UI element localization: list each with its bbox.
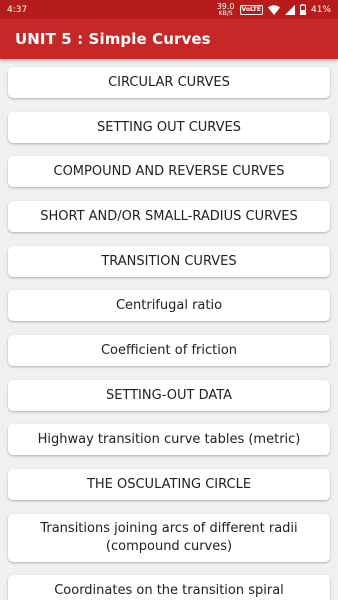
topic-label: THE OSCULATING CIRCLE [86, 476, 252, 492]
topic-label: Highway transition curve tables (metric) [37, 431, 301, 447]
battery-icon [299, 4, 306, 15]
topic-card[interactable]: SHORT AND/OR SMALL-RADIUS CURVES [8, 201, 330, 232]
topic-label: CIRCULAR CURVES [108, 74, 230, 90]
topic-label: TRANSITION CURVES [101, 253, 237, 269]
topic-label: Transitions joining arcs of different ra… [40, 521, 298, 554]
topic-card[interactable]: Coefficient of friction [8, 335, 330, 366]
topic-card[interactable]: Transitions joining arcs of different ra… [8, 514, 330, 562]
topic-label: Coordinates on the transition spiral [54, 582, 284, 598]
topic-label: SHORT AND/OR SMALL-RADIUS CURVES [40, 208, 298, 224]
topic-card[interactable]: Coordinates on the transition spiral [8, 575, 330, 600]
topic-card[interactable]: Highway transition curve tables (metric) [8, 424, 330, 455]
page-title: UNIT 5 : Simple Curves [15, 30, 211, 48]
battery-percent: 41% [310, 4, 331, 15]
topic-list[interactable]: CIRCULAR CURVES SETTING OUT CURVES COMPO… [0, 59, 338, 600]
topic-card[interactable]: TRANSITION CURVES [8, 246, 330, 277]
volte-badge: VoLTE [239, 4, 263, 15]
topic-label: COMPOUND AND REVERSE CURVES [53, 163, 285, 179]
status-bar: 4:37 39.0 KB/S VoLTE 41% [0, 0, 338, 19]
topic-card[interactable]: CIRCULAR CURVES [8, 67, 330, 98]
topic-label: Centrifugal ratio [115, 297, 223, 313]
status-icons: 39.0 KB/S VoLTE 41% [217, 2, 331, 17]
topic-card[interactable]: THE OSCULATING CIRCLE [8, 469, 330, 500]
topic-card[interactable]: SETTING OUT CURVES [8, 112, 330, 143]
network-speed-unit: KB/S [218, 9, 233, 17]
topic-card[interactable]: COMPOUND AND REVERSE CURVES [8, 156, 330, 187]
network-speed: 39.0 KB/S [217, 2, 235, 17]
topic-label: SETTING-OUT DATA [105, 387, 233, 403]
topic-label: SETTING OUT CURVES [97, 119, 241, 135]
signal-icon [284, 4, 295, 15]
topic-card[interactable]: Centrifugal ratio [8, 290, 330, 321]
wifi-icon [267, 4, 280, 15]
topic-card[interactable]: SETTING-OUT DATA [8, 380, 330, 411]
clock: 4:37 [7, 4, 28, 15]
app-bar: UNIT 5 : Simple Curves [0, 19, 338, 59]
topic-label: Coefficient of friction [100, 342, 238, 358]
